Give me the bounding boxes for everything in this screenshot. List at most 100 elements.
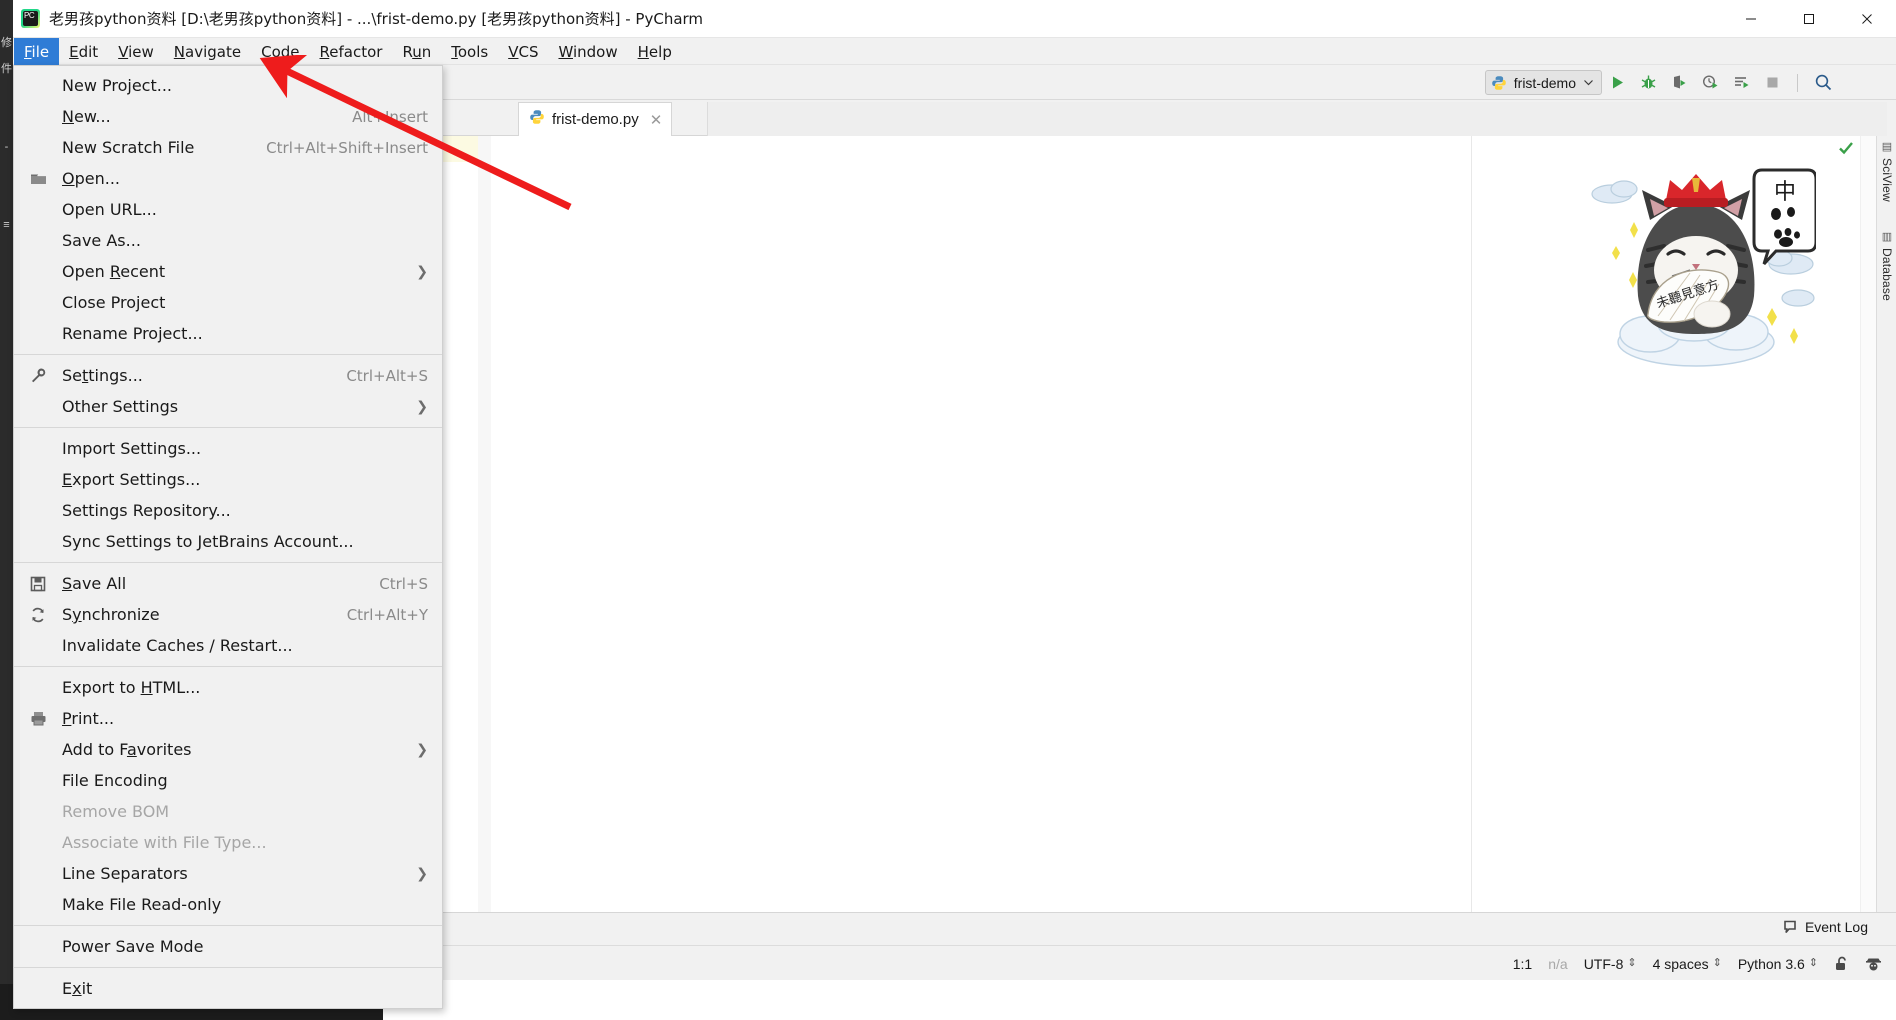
menubar-item-edit[interactable]: Edit (59, 38, 108, 65)
file-menu-item-label: New Project... (62, 76, 172, 95)
minimize-button[interactable] (1722, 0, 1780, 38)
encoding-selector[interactable]: UTF-8 ⇕ (1584, 956, 1637, 972)
file-menu-item-label: Sync Settings to JetBrains Account... (62, 532, 354, 551)
menubar-item-code[interactable]: Code (251, 38, 309, 65)
file-menu-item-other-settings[interactable]: Other Settings ❯ (14, 391, 442, 422)
cat-sticker-image: 未聽見意方 中 (1586, 146, 1818, 376)
shield-run-icon (1673, 75, 1685, 89)
clock-run-icon (1702, 75, 1717, 89)
file-menu-item-new[interactable]: New... Alt+Insert (14, 101, 442, 132)
file-menu-item-new-scratch-file[interactable]: New Scratch File Ctrl+Alt+Shift+Insert (14, 132, 442, 163)
event-log-button[interactable]: Event Log (1782, 919, 1868, 935)
menubar-item-vcs[interactable]: VCS (498, 38, 548, 65)
minimize-icon (1746, 18, 1756, 20)
run-button[interactable] (1606, 72, 1628, 94)
file-menu-dropdown: New Project... New... Alt+Insert New Scratc… (13, 65, 443, 1009)
inspector-widget[interactable] (1865, 955, 1882, 972)
file-menu-item-label: Settings Repository... (62, 501, 231, 520)
detective-icon (1866, 958, 1881, 971)
editor-tab-frist-demo[interactable]: frist-demo.py ✕ (518, 102, 673, 136)
play-icon (1612, 76, 1623, 89)
menubar-item-help[interactable]: Help (628, 38, 682, 65)
file-menu-item-remove-bom: Remove BOM (14, 796, 442, 827)
file-menu-item-exit[interactable]: Exit (14, 973, 442, 1004)
file-menu-item-make-file-read-only[interactable]: Make File Read-only (14, 889, 442, 920)
file-menu-item-power-save-mode[interactable]: Power Save Mode (14, 931, 442, 962)
menubar-item-window[interactable]: Window (548, 38, 627, 65)
maximize-button[interactable] (1780, 0, 1838, 38)
code-editor[interactable]: 未聽見意方 中 (408, 136, 1876, 912)
debug-button[interactable] (1637, 72, 1659, 94)
file-menu-item-import-settings[interactable]: Import Settings... (14, 433, 442, 464)
file-menu-item-add-to-favorites[interactable]: Add to Favorites ❯ (14, 734, 442, 765)
maximize-icon (1804, 14, 1814, 24)
file-menu-item-synchronize[interactable]: Synchronize Ctrl+Alt+Y (14, 599, 442, 630)
printer-icon (30, 703, 47, 734)
file-menu-item-export-settings[interactable]: Export Settings... (14, 464, 442, 495)
profile-button[interactable] (1699, 72, 1721, 94)
menubar-item-run[interactable]: Run (392, 38, 441, 65)
menu-separator (14, 925, 442, 926)
close-icon[interactable]: ✕ (650, 111, 663, 129)
indent-selector[interactable]: 4 spaces ⇕ (1653, 956, 1722, 972)
editor-vertical-scrollbar[interactable] (1860, 136, 1876, 912)
file-menu-item-open[interactable]: Open... (14, 163, 442, 194)
file-menu-item-label: Print... (62, 709, 115, 728)
file-menu-item-line-separators[interactable]: Line Separators ❯ (14, 858, 442, 889)
stop-button[interactable] (1761, 72, 1783, 94)
readonly-toggle[interactable] (1834, 956, 1849, 972)
rail-item-sciview[interactable]: ▤ SciView (1877, 142, 1896, 202)
menubar-item-file[interactable]: File (14, 38, 60, 65)
file-menu-item-sync-settings-to-jetbrains-account[interactable]: Sync Settings to JetBrains Account... (14, 526, 442, 557)
menubar-item-navigate[interactable]: Navigate (164, 38, 251, 65)
right-toolwindow-rail: ▤ SciView ▥ Database (1876, 136, 1896, 912)
file-menu-item-save-all[interactable]: Save All Ctrl+S (14, 568, 442, 599)
menubar-item-refactor[interactable]: Refactor (310, 38, 393, 65)
file-menu-item-open-url[interactable]: Open URL... (14, 194, 442, 225)
file-menu-item-invalidate-caches-restart[interactable]: Invalidate Caches / Restart... (14, 630, 442, 661)
file-menu-item-shortcut: Ctrl+Alt+Y (346, 605, 428, 624)
fold-gutter (478, 136, 491, 912)
rail-item-database[interactable]: ▥ Database (1877, 232, 1896, 301)
status-bar-right-group: 1:1 n/a UTF-8 ⇕ 4 spaces ⇕ Python 3.6 ⇕ (1513, 946, 1882, 981)
file-menu-item-close-project[interactable]: Close Project (14, 287, 442, 318)
file-menu-item-label: New Scratch File (62, 138, 195, 157)
chevron-down-icon (1584, 80, 1593, 86)
concurrency-button[interactable] (1730, 72, 1752, 94)
folder-icon (30, 163, 47, 194)
file-menu-item-print[interactable]: Print... (14, 703, 442, 734)
coverage-button[interactable] (1668, 72, 1690, 94)
file-menu-item-rename-project[interactable]: Rename Project... (14, 318, 442, 349)
close-button[interactable] (1838, 0, 1896, 38)
interpreter-selector[interactable]: Python 3.6 ⇕ (1738, 956, 1818, 972)
list-run-icon (1734, 77, 1748, 88)
pycharm-logo-icon (21, 9, 40, 28)
unlocked-padlock-icon (1836, 956, 1846, 970)
spinner-icon: ⇕ (1808, 957, 1818, 969)
file-menu-item-open-recent[interactable]: Open Recent ❯ (14, 256, 442, 287)
file-menu-item-associate-with-file-type: Associate with File Type... (14, 827, 442, 858)
file-menu-item-settings-repository[interactable]: Settings Repository... (14, 495, 442, 526)
file-menu-item-label: Add to Favorites (62, 740, 192, 759)
rail-label-database: Database (1880, 248, 1894, 301)
window-controls (1722, 0, 1896, 38)
file-menu-item-save-as[interactable]: Save As... (14, 225, 442, 256)
file-menu-item-shortcut: Ctrl+Alt+S (346, 366, 428, 385)
vcs-status: n/a (1548, 955, 1568, 972)
file-menu-item-new-project[interactable]: New Project... (14, 70, 442, 101)
rail-label-sciview: SciView (1880, 158, 1894, 202)
file-menu-item-file-encoding[interactable]: File Encoding (14, 765, 442, 796)
run-configuration-selector[interactable]: frist-demo (1484, 70, 1602, 95)
wrench-icon (30, 360, 47, 391)
python-file-icon (529, 109, 545, 130)
file-menu-item-label: Open URL... (62, 200, 157, 219)
caret-position[interactable]: 1:1 (1513, 956, 1532, 972)
file-menu-item-settings[interactable]: Settings... Ctrl+Alt+S (14, 360, 442, 391)
indent-label: 4 spaces (1652, 955, 1709, 972)
menu-bar: File Edit View Navigate Code Refactor Ru… (13, 38, 1896, 65)
file-menu-item-export-to-html[interactable]: Export to HTML... (14, 672, 442, 703)
menubar-item-tools[interactable]: Tools (441, 38, 498, 65)
search-everywhere-button[interactable] (1812, 72, 1834, 94)
sticker-bubble-text: 中 (1774, 180, 1796, 205)
menubar-item-view[interactable]: View (108, 38, 164, 65)
